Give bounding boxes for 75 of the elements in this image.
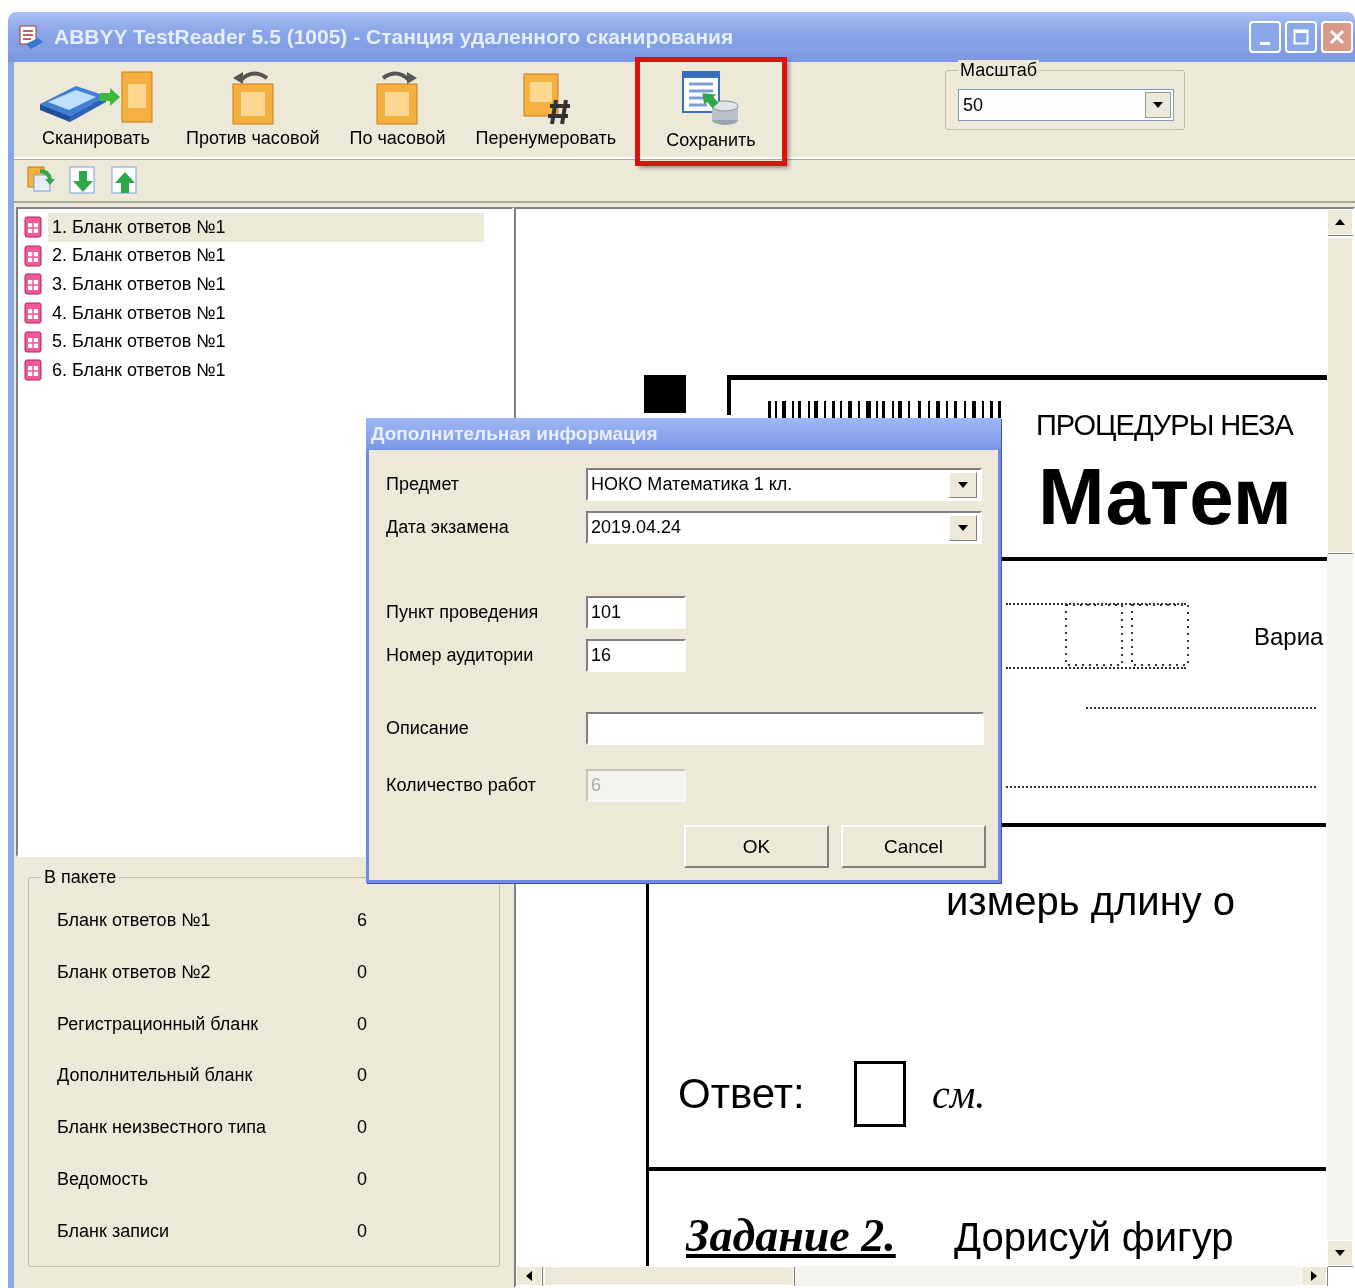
down-arrow-icon: [1334, 1249, 1346, 1257]
field-label: Количество работ: [386, 775, 537, 796]
document-text: см.: [932, 1075, 986, 1115]
dropdown-value: 50: [963, 94, 984, 116]
toolbar-button[interactable]: Перенумеровать: [465, 62, 627, 157]
document-text: Дорисуй фигур: [954, 1217, 1234, 1257]
page-item[interactable]: 6. Бланк ответов №1: [48, 355, 484, 385]
form-count: 0: [357, 961, 367, 984]
dropdown-field[interactable]: НОКО Математика 1 кл.: [586, 468, 982, 501]
right-arrow-icon: [1310, 1270, 1318, 1282]
form-icon: [24, 302, 42, 325]
document-text: Вариа: [1254, 623, 1324, 651]
close-icon: [1329, 29, 1345, 45]
form-icon: [24, 330, 42, 353]
maximize-icon: [1293, 29, 1309, 45]
dialog-button[interactable]: Cancel: [841, 825, 986, 868]
toolbar-button[interactable]: Сохранить: [636, 58, 786, 165]
form-type-label: Бланк ответов №1: [57, 910, 212, 932]
form-icon: [24, 273, 42, 296]
scrollbar-thumb[interactable]: [544, 1266, 794, 1286]
dialog-button[interactable]: OK: [684, 825, 829, 868]
input-field[interactable]: 16: [586, 639, 686, 672]
form-count: 0: [357, 1220, 367, 1243]
form-icon: [24, 216, 42, 239]
input-field[interactable]: [586, 712, 984, 745]
form-count: 0: [357, 1117, 367, 1140]
field-label: Пункт проведения: [386, 602, 540, 623]
document-heading: ПРОЦЕДУРЫ НЕЗА: [1036, 409, 1293, 442]
window-title: ABBYY TestReader 5.5 (1005) - Станция удаленного сканирования: [54, 25, 734, 49]
toolbar-button[interactable]: Сканировать: [26, 62, 166, 157]
document-title: Матем: [1038, 457, 1292, 537]
form-type-label: Бланк записи: [57, 1220, 171, 1243]
dropdown-field[interactable]: 2019.04.24: [586, 511, 982, 544]
page-item[interactable]: 1. Бланк ответов №1: [48, 213, 484, 242]
scroll-right-button[interactable]: [1301, 1266, 1327, 1286]
form-type-label: Ведомость: [57, 1169, 150, 1191]
form-type-label: Регистрационный бланк: [57, 1013, 260, 1036]
app-icon: [18, 24, 44, 50]
scroll-up-button[interactable]: [1327, 209, 1353, 235]
form-type-label: Бланк ответов №2: [57, 961, 212, 984]
answer-box: [854, 1061, 906, 1127]
form-type-label: Бланк неизвестного типа: [57, 1117, 267, 1140]
page-item[interactable]: 3. Бланк ответов №1: [48, 270, 484, 299]
form-icon: [24, 244, 42, 267]
dialog-title: Дополнительная информация: [366, 418, 1001, 450]
form-count: 6: [357, 910, 367, 932]
field-label: Предмет: [386, 474, 461, 495]
minimize-icon: [1260, 41, 1270, 45]
page-item[interactable]: 2. Бланк ответов №1: [48, 241, 484, 271]
form-icon: [24, 359, 42, 382]
toolbar-button[interactable]: По часовой: [339, 62, 456, 157]
close-button[interactable]: [1321, 21, 1353, 53]
input-field[interactable]: 101: [586, 596, 686, 629]
registration-mark: [644, 375, 686, 413]
field-label: Номер аудитории: [386, 645, 535, 666]
minimize-button[interactable]: [1249, 21, 1281, 53]
toolbar-button[interactable]: Против часовой: [176, 62, 330, 157]
zoom-dropdown[interactable]: 50: [958, 89, 1174, 121]
page-item[interactable]: 4. Бланк ответов №1: [48, 298, 484, 328]
document-text: измерь длину о: [946, 881, 1236, 921]
form-count: 0: [357, 1013, 367, 1036]
form-count: 0: [357, 1169, 367, 1191]
form-type-label: Дополнительный бланк: [57, 1065, 254, 1088]
form-count: 0: [357, 1065, 367, 1088]
left-arrow-icon: [525, 1270, 533, 1282]
field-label: Описание: [386, 718, 470, 739]
up-arrow-icon: [1334, 218, 1346, 226]
document-text: Задание 2.: [686, 1213, 896, 1259]
document-text: Ответ:: [678, 1073, 805, 1115]
maximize-button[interactable]: [1285, 21, 1317, 53]
page-item[interactable]: 5. Бланк ответов №1: [48, 327, 484, 356]
field-label: Дата экзамена: [386, 517, 510, 538]
scroll-left-button[interactable]: [516, 1266, 542, 1286]
scrollbar-thumb[interactable]: [1327, 237, 1353, 553]
scroll-down-button[interactable]: [1327, 1240, 1353, 1266]
